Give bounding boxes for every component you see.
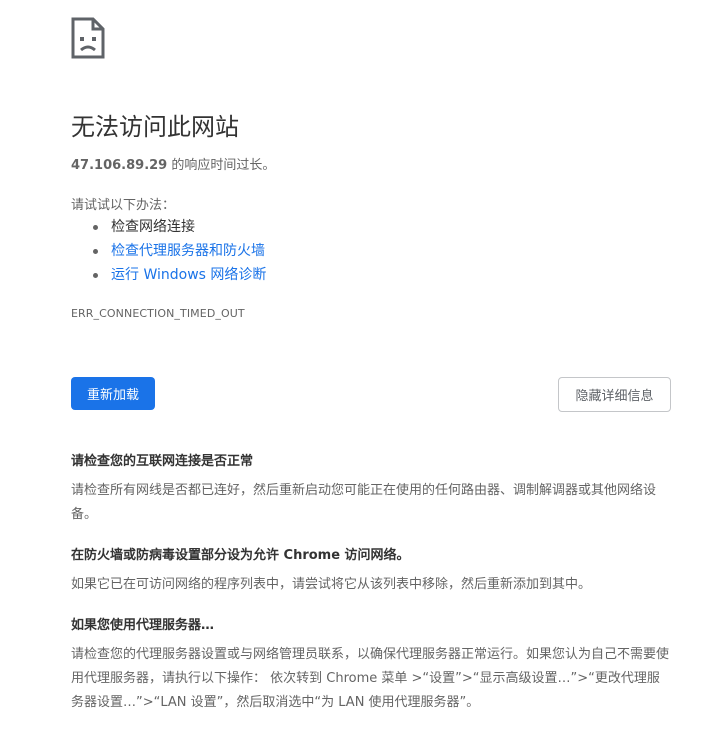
reload-button[interactable]: 重新加载	[71, 377, 155, 410]
page-title: 无法访问此网站	[71, 113, 239, 141]
details-body: 请检查您的代理服务器设置或与网络管理员联系，以确保代理服务器正常运行。如果您认为…	[71, 647, 670, 710]
suggestion-check-connection: 检查网络连接	[111, 219, 195, 235]
suggestion-item: 检查网络连接	[71, 217, 266, 241]
details-body: 如果它已在可访问网络的程序列表中，请尝试将它从该列表中移除，然后重新添加到其中。	[71, 577, 592, 592]
hide-details-button[interactable]: 隐藏详细信息	[558, 377, 671, 412]
details-heading: 在防火墙或防病毒设置部分设为允许 Chrome 访问网络。	[71, 548, 410, 563]
suggestion-check-proxy-link[interactable]: 检查代理服务器和防火墙	[111, 243, 265, 259]
details-heading: 请检查您的互联网连接是否正常	[71, 454, 254, 469]
details-heading: 如果您使用代理服务器…	[71, 618, 215, 633]
sad-page-icon	[71, 17, 105, 59]
suggestion-item: 检查代理服务器和防火墙	[71, 241, 266, 265]
suggestions-heading: 请试试以下办法：	[71, 198, 176, 213]
summary-message: 的响应时间过长。	[167, 158, 276, 173]
error-code: ERR_CONNECTION_TIMED_OUT	[71, 307, 245, 320]
host-address: 47.106.89.29	[71, 158, 168, 173]
suggestion-network-diagnostics-link[interactable]: 运行 Windows 网络诊断	[111, 267, 266, 283]
bullet-icon	[93, 249, 98, 254]
bullet-icon	[93, 273, 98, 278]
details-section-proxy: 如果您使用代理服务器… 请检查您的代理服务器设置或与网络管理员联系，以确保代理服…	[71, 614, 671, 715]
details-section-connection: 请检查您的互联网连接是否正常 请检查所有网线是否都已连好，然后重新启动您可能正在…	[71, 450, 671, 527]
bullet-icon	[93, 225, 98, 230]
suggestions-list: 检查网络连接 检查代理服务器和防火墙 运行 Windows 网络诊断	[71, 217, 266, 289]
suggestion-item: 运行 Windows 网络诊断	[71, 265, 266, 289]
error-summary: 47.106.89.29 的响应时间过长。	[71, 154, 275, 173]
details-section-firewall: 在防火墙或防病毒设置部分设为允许 Chrome 访问网络。 如果它已在可访问网络…	[71, 544, 671, 597]
details-body: 请检查所有网线是否都已连好，然后重新启动您可能正在使用的任何路由器、调制解调器或…	[71, 483, 657, 522]
